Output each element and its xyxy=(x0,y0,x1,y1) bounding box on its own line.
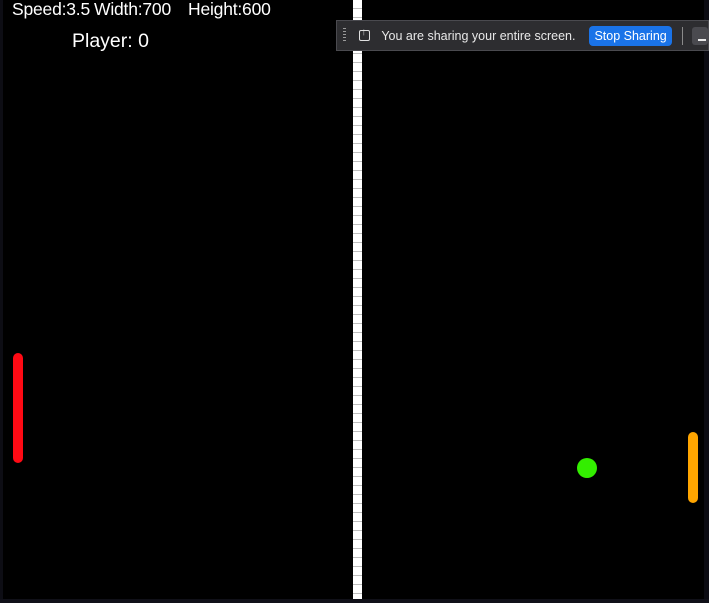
drag-handle-icon[interactable] xyxy=(343,28,347,43)
ball xyxy=(577,458,597,478)
share-message: You are sharing your entire screen. xyxy=(381,28,576,43)
width-readout: Width:700 xyxy=(94,0,171,19)
minimize-icon[interactable] xyxy=(691,26,709,45)
window-bottom-border xyxy=(0,599,709,603)
share-screen-icon xyxy=(359,27,371,41)
speed-readout: Speed:3.5 xyxy=(12,0,90,19)
screen-share-bar: You are sharing your entire screen. Stop… xyxy=(336,20,709,51)
share-bar-divider xyxy=(681,26,683,45)
hud-stats: Speed:3.5 Width:700 Height:600 xyxy=(12,0,271,20)
stop-sharing-button[interactable]: Stop Sharing xyxy=(589,25,672,46)
center-net xyxy=(353,0,362,599)
left-paddle xyxy=(13,353,23,463)
window-right-border xyxy=(704,0,709,603)
right-paddle xyxy=(688,432,698,503)
height-readout: Height:600 xyxy=(188,0,271,19)
player-score: Player: 0 xyxy=(72,30,149,52)
